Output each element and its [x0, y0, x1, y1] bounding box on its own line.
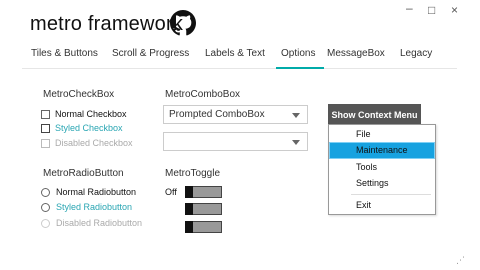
- toggle-thumb[interactable]: [185, 186, 193, 198]
- menu-item-exit[interactable]: Exit: [330, 198, 434, 213]
- show-context-menu-button[interactable]: Show Context Menu: [328, 104, 421, 126]
- prompted-combobox[interactable]: Prompted ComboBox: [163, 105, 308, 124]
- disabled-checkbox: Disabled Checkbox: [41, 137, 133, 149]
- toggle-section-title: MetroToggle: [165, 168, 221, 179]
- menu-item-tools[interactable]: Tools: [330, 160, 434, 175]
- toggle-thumb[interactable]: [185, 221, 193, 233]
- chevron-down-icon[interactable]: [292, 140, 300, 145]
- radio-label: Styled Radiobutton: [56, 202, 133, 212]
- checkbox-label: Disabled Checkbox: [55, 138, 133, 148]
- toggle-track[interactable]: [185, 221, 222, 233]
- checkbox-label: Normal Checkbox: [55, 109, 127, 119]
- checkbox-label: Styled Checkbox: [55, 123, 123, 133]
- active-tab-indicator: [276, 67, 324, 69]
- tab-messagebox[interactable]: MessageBox: [327, 48, 385, 59]
- tab-tiles-buttons[interactable]: Tiles & Buttons: [31, 48, 98, 59]
- styled-radiobutton[interactable]: Styled Radiobutton: [41, 201, 132, 213]
- toggle-state-label: Off: [165, 187, 177, 197]
- checkbox-box[interactable]: [41, 123, 50, 133]
- radio-circle[interactable]: [41, 202, 50, 212]
- toggle-3[interactable]: [165, 221, 222, 233]
- radio-circle: [41, 218, 50, 228]
- toggle-2[interactable]: [165, 203, 222, 215]
- window-title: metro framework: [30, 13, 184, 35]
- checkbox-box: [41, 138, 50, 148]
- minimize-button[interactable]: –: [406, 2, 413, 14]
- maximize-button[interactable]: □: [428, 4, 435, 16]
- tab-scroll-progress[interactable]: Scroll & Progress: [112, 48, 189, 59]
- menu-item-maintenance[interactable]: Maintenance: [329, 142, 435, 159]
- resize-grip-icon[interactable]: ⋰: [456, 256, 465, 265]
- main-window: metro framework – □ × Tiles & Buttons Sc…: [0, 0, 480, 270]
- toggle-off[interactable]: Off: [165, 186, 222, 198]
- checkbox-box[interactable]: [41, 109, 50, 119]
- tab-legacy[interactable]: Legacy: [400, 48, 432, 59]
- menu-item-file[interactable]: File: [330, 127, 434, 142]
- close-button[interactable]: ×: [451, 4, 458, 16]
- radio-circle[interactable]: [41, 187, 50, 197]
- empty-combobox[interactable]: [163, 132, 308, 151]
- toggle-thumb[interactable]: [185, 203, 193, 215]
- styled-checkbox[interactable]: Styled Checkbox: [41, 122, 123, 134]
- chevron-down-icon[interactable]: [292, 113, 300, 118]
- radio-section-title: MetroRadioButton: [43, 168, 124, 179]
- radio-label: Disabled Radiobutton: [56, 218, 143, 228]
- github-icon: [170, 10, 196, 36]
- tab-divider: [22, 68, 457, 69]
- context-menu: File Maintenance Tools Settings Exit: [328, 124, 436, 215]
- toggle-track[interactable]: [185, 186, 222, 198]
- menu-item-settings[interactable]: Settings: [330, 176, 434, 191]
- normal-radiobutton[interactable]: Normal Radiobutton: [41, 186, 136, 198]
- normal-checkbox[interactable]: Normal Checkbox: [41, 108, 127, 120]
- menu-separator: [351, 194, 431, 195]
- radio-label: Normal Radiobutton: [56, 187, 137, 197]
- disabled-radiobutton: Disabled Radiobutton: [41, 217, 142, 229]
- combo-text: Prompted ComboBox: [169, 109, 265, 120]
- tab-labels-text[interactable]: Labels & Text: [205, 48, 265, 59]
- toggle-track[interactable]: [185, 203, 222, 215]
- checkbox-section-title: MetroCheckBox: [43, 89, 115, 100]
- tab-options[interactable]: Options: [281, 48, 315, 59]
- combo-section-title: MetroComboBox: [165, 89, 241, 100]
